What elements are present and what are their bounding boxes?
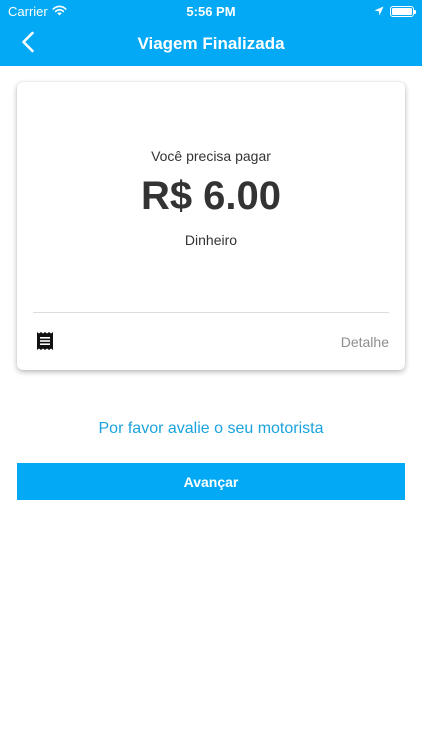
battery-icon [390, 6, 416, 17]
payment-prompt: Você precisa pagar [151, 148, 271, 164]
status-right-group [374, 4, 416, 19]
rate-driver-link[interactable]: Por favor avalie o seu motorista [0, 420, 422, 438]
screen: Carrier 5:56 PM Viagem Finalizada Você p… [0, 0, 422, 750]
status-bar: Carrier 5:56 PM [0, 0, 422, 22]
card-divider [33, 312, 389, 313]
payment-method: Dinheiro [184, 232, 238, 248]
receipt-icon[interactable] [35, 331, 55, 351]
status-time: 5:56 PM [186, 4, 236, 19]
navigation-bar: Viagem Finalizada [0, 22, 422, 66]
page-title: Viagem Finalizada [137, 34, 285, 53]
header: Carrier 5:56 PM Viagem Finalizada [0, 0, 422, 66]
detail-link[interactable]: Detalhe [341, 334, 389, 350]
battery-fill [392, 8, 412, 15]
next-button[interactable]: Avançar [17, 463, 405, 500]
payment-amount: R$ 6.00 [140, 174, 282, 218]
payment-card: Você precisa pagar R$ 6.00 Dinheiro Deta… [17, 82, 405, 370]
location-arrow-icon [374, 4, 384, 19]
